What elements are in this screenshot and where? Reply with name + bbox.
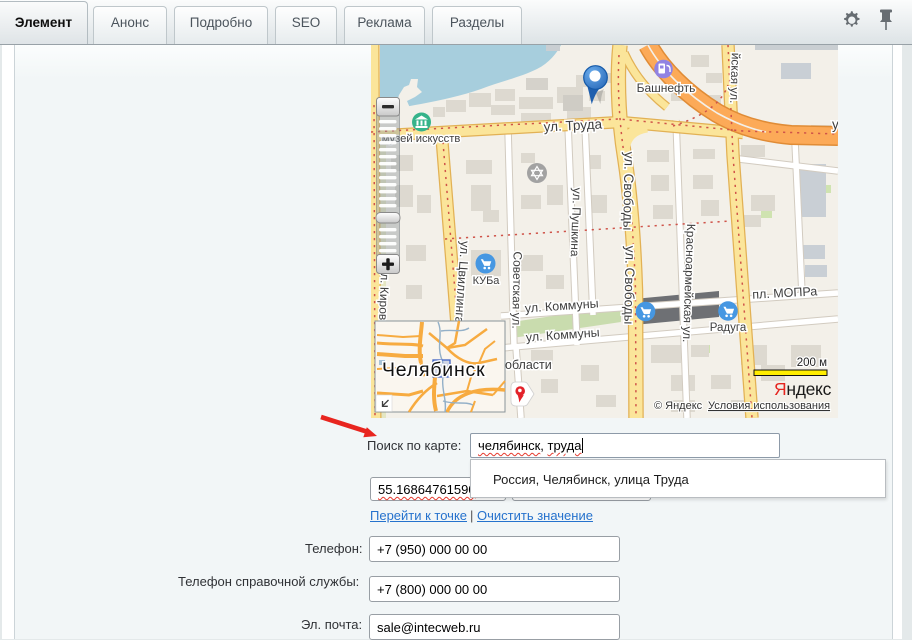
- svg-text:Радуга: Радуга: [710, 322, 747, 334]
- svg-text:Башнефть: Башнефть: [637, 81, 696, 95]
- svg-text:200 м: 200 м: [797, 357, 827, 369]
- svg-text:ул. Кирова: ул. Кирова: [376, 267, 392, 327]
- svg-text:Челябинск: Челябинск: [382, 359, 485, 381]
- svg-text:КУБа: КУБа: [473, 275, 501, 287]
- svg-text:Условия использования: Условия использования: [708, 400, 830, 412]
- svg-text:© Яндекс: © Яндекс: [654, 400, 703, 412]
- svg-text:области: области: [505, 358, 552, 372]
- svg-text:ул. Пушкина: ул. Пушкина: [568, 187, 584, 257]
- svg-text:Советская ул.: Советская ул.: [509, 251, 524, 329]
- svg-text:ул. Свободы: ул. Свободы: [621, 246, 637, 325]
- svg-text:ул. Свободы: ул. Свободы: [620, 152, 636, 231]
- svg-text:йская ул.: йская ул.: [727, 53, 743, 104]
- svg-text:Яндекс: Яндекс: [774, 379, 832, 399]
- svg-text:ул. Труда: ул. Труда: [543, 116, 603, 134]
- svg-text:у: у: [832, 117, 838, 132]
